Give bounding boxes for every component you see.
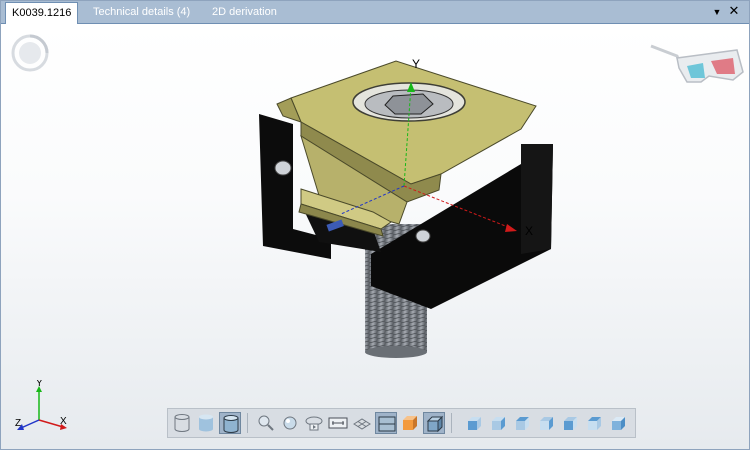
render-box-icon[interactable]	[399, 412, 421, 434]
orientation-triad: Y X Z	[15, 380, 67, 430]
model-axis-y-label: Y	[412, 57, 420, 71]
view-iso-7-icon[interactable]	[607, 412, 629, 434]
view-iso-2-icon[interactable]	[487, 412, 509, 434]
toolbar-separator	[247, 413, 248, 433]
rotate-icon[interactable]	[303, 412, 325, 434]
tab-bar: K0039.1216 Technical details (4) 2D deri…	[1, 1, 749, 25]
zoom-icon[interactable]	[255, 412, 277, 434]
dimension-icon[interactable]	[327, 412, 349, 434]
tab-part-number[interactable]: K0039.1216	[5, 2, 79, 25]
zoom-fit-icon[interactable]	[279, 412, 301, 434]
model-canvas: Y X	[259, 57, 553, 358]
model-axis-x-label: X	[525, 224, 533, 238]
triad-x-label: X	[60, 416, 67, 427]
view-iso-5-icon[interactable]	[559, 412, 581, 434]
view-iso-4-icon[interactable]	[535, 412, 557, 434]
section-icon[interactable]	[375, 412, 397, 434]
3d-viewport[interactable]: Y X Y X Z	[1, 24, 749, 449]
tab-technical-details[interactable]: Technical details (4)	[87, 2, 196, 23]
view-toolbar	[167, 408, 636, 438]
wireframe-cylinder-icon[interactable]	[171, 412, 193, 434]
grid-icon[interactable]	[351, 412, 373, 434]
view-iso-1-icon[interactable]	[463, 412, 485, 434]
transparent-box-icon[interactable]	[423, 412, 445, 434]
tab-2d-derivation[interactable]: 2D derivation	[206, 2, 283, 23]
toolbar-separator	[451, 413, 452, 433]
view-iso-3-icon[interactable]	[511, 412, 533, 434]
shaded-edges-cylinder-icon[interactable]	[219, 412, 241, 434]
shaded-cylinder-icon[interactable]	[195, 412, 217, 434]
triangle-down-icon[interactable]: ▼	[711, 6, 723, 18]
cad-viewer-window: K0039.1216 Technical details (4) 2D deri…	[0, 0, 750, 450]
view-iso-6-icon[interactable]	[583, 412, 605, 434]
triad-y-label: Y	[36, 380, 43, 389]
triad-z-label: Z	[15, 418, 21, 429]
close-icon[interactable]: ✕	[727, 4, 741, 18]
